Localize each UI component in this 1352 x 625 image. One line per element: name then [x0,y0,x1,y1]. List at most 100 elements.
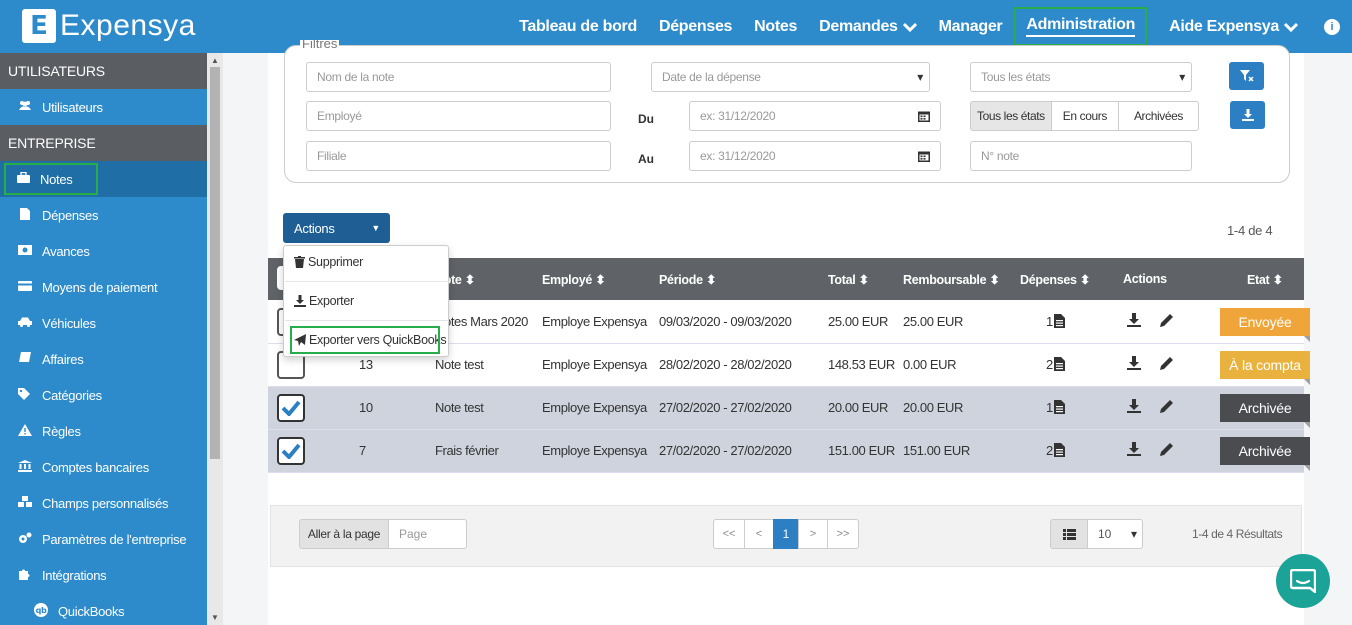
nav-dashboard[interactable]: Tableau de bord [519,18,637,36]
sidebar-item-users[interactable]: Utilisateurs [0,89,207,125]
col-period[interactable]: Période ⬍ [659,272,716,287]
segment-in-progress[interactable]: En cours [1051,101,1119,131]
cell-refundable: 20.00 EUR [903,400,963,415]
expense-count: 1 [1046,314,1053,329]
date-to-calendar-button[interactable] [907,141,941,171]
cell-number: 7 [359,443,366,458]
page-scrollbar[interactable] [1339,53,1352,625]
row-checkbox[interactable] [277,437,305,465]
download-icon[interactable] [1127,399,1141,413]
cell-expenses[interactable]: 1 [1046,400,1065,415]
nav-help[interactable]: Aide Expensya [1169,18,1298,36]
sort-icon: ⬍ [858,273,869,287]
first-page-button[interactable]: << [713,519,745,549]
edit-icon[interactable] [1160,313,1174,327]
nav-label: Aide Expensya [1169,17,1279,35]
nav-manager[interactable]: Manager [939,18,1003,36]
sidebar-scrollbar[interactable]: ▲ ▼ [207,53,223,625]
menu-item-export[interactable]: Exporter [294,294,354,308]
logo-icon: E [22,9,56,43]
info-icon[interactable]: i [1324,18,1340,35]
sidebar-item-bank-accounts[interactable]: Comptes bancaires [0,449,207,485]
sidebar-item-quickbooks[interactable]: qb QuickBooks [0,593,207,625]
download-icon[interactable] [1127,313,1141,327]
state-select[interactable]: Tous les états [970,62,1192,92]
employee-input[interactable]: Employé [306,101,611,131]
row-checkbox[interactable] [277,394,305,422]
table-row[interactable]: 7 Frais février Employe Expensya 27/02/2… [268,430,1310,473]
menu-item-label: Supprimer [308,255,363,269]
subsidiary-input[interactable]: Filiale [306,141,611,171]
segment-archived[interactable]: Archivées [1118,101,1200,131]
scroll-up-icon[interactable]: ▲ [211,56,219,65]
page-size-select[interactable]: 10 [1087,519,1143,549]
book-icon [16,351,34,367]
cell-total: 148.53 EUR [828,357,895,372]
actions-dropdown-button[interactable]: Actions ▼ [283,213,390,243]
sidebar-item-rules[interactable]: Règles [0,413,207,449]
menu-item-label: Exporter [309,294,354,308]
nav-administration[interactable]: Administration [1014,7,1148,46]
filter-reset-button[interactable] [1229,62,1264,90]
chevron-down-icon [1284,22,1298,32]
prev-page-button[interactable]: < [744,519,774,549]
sidebar-item-company-settings[interactable]: Paramètres de l'entreprise [0,521,207,557]
download-icon[interactable] [1127,442,1141,456]
logo[interactable]: E Expensya [22,9,196,43]
col-employee[interactable]: Employé ⬍ [542,272,606,287]
date-from-calendar-button[interactable] [907,101,941,131]
date-to-input[interactable]: ex: 31/12/2020 [689,141,908,171]
nav-expenses[interactable]: Dépenses [659,18,733,36]
cell-total: 20.00 EUR [828,400,888,415]
col-expenses[interactable]: Dépenses ⬍ [1020,272,1090,287]
menu-item-delete[interactable]: Supprimer [294,255,363,269]
cell-refundable: 25.00 EUR [903,314,963,329]
download-button[interactable] [1230,101,1265,129]
cell-note: Note test [435,357,484,372]
nav-label: Notes [754,17,798,35]
cell-expenses[interactable]: 2 [1046,357,1065,372]
scroll-down-icon[interactable]: ▼ [211,613,219,622]
nav-notes[interactable]: Notes [754,18,797,36]
sidebar-item-payment-methods[interactable]: Moyens de paiement [0,269,207,305]
cell-employee: Employe Expensya [542,357,647,372]
table-row[interactable]: 10 Note test Employe Expensya 27/02/2020… [268,387,1310,430]
last-page-button[interactable]: >> [827,519,859,549]
col-state[interactable]: Etat ⬍ [1247,272,1283,287]
cell-expenses[interactable]: 1 [1046,314,1065,329]
sidebar-item-expenses[interactable]: Dépenses [0,197,207,233]
nav-requests[interactable]: Demandes [819,18,917,36]
segment-all-states[interactable]: Tous les états [970,101,1052,131]
document-icon [16,207,34,223]
next-page-button[interactable]: > [798,519,828,549]
expense-date-select[interactable]: Date de la dépense [651,62,930,92]
sidebar-item-categories[interactable]: Catégories [0,377,207,413]
note-number-input[interactable]: N° note [970,141,1192,171]
sidebar-item-custom-fields[interactable]: Champs personnalisés [0,485,207,521]
sort-icon: ⬍ [1079,273,1091,287]
cell-expenses[interactable]: 2 [1046,443,1065,458]
scrollbar-thumb[interactable] [210,67,220,459]
download-icon[interactable] [1127,356,1141,370]
note-name-input[interactable]: Nom de la note [306,62,611,92]
sidebar-item-integrations[interactable]: Intégrations [0,557,207,593]
goto-page-input[interactable]: Page [388,519,467,549]
edit-icon[interactable] [1160,399,1174,413]
status-badge: Archivée [1220,437,1310,471]
sidebar-item-notes[interactable]: Notes [0,161,207,197]
sidebar-item-business[interactable]: Affaires [0,341,207,377]
edit-icon[interactable] [1160,442,1174,456]
actions-menu: Supprimer Exporter Exporter vers QuickBo… [283,245,449,357]
cell-refundable: 0.00 EUR [903,357,957,372]
sidebar-item-vehicles[interactable]: Véhicules [0,305,207,341]
page-1-button[interactable]: 1 [773,519,799,549]
sort-icon: ⬍ [1272,273,1283,287]
chat-launcher-button[interactable] [1276,554,1330,608]
edit-icon[interactable] [1160,356,1174,370]
col-total[interactable]: Total ⬍ [828,272,869,287]
col-refundable[interactable]: Remboursable ⬍ [903,272,1000,287]
list-view-button[interactable] [1050,519,1088,549]
sidebar-item-advances[interactable]: Avances [0,233,207,269]
col-actions: Actions [1123,272,1167,286]
date-from-input[interactable]: ex: 31/12/2020 [689,101,908,131]
